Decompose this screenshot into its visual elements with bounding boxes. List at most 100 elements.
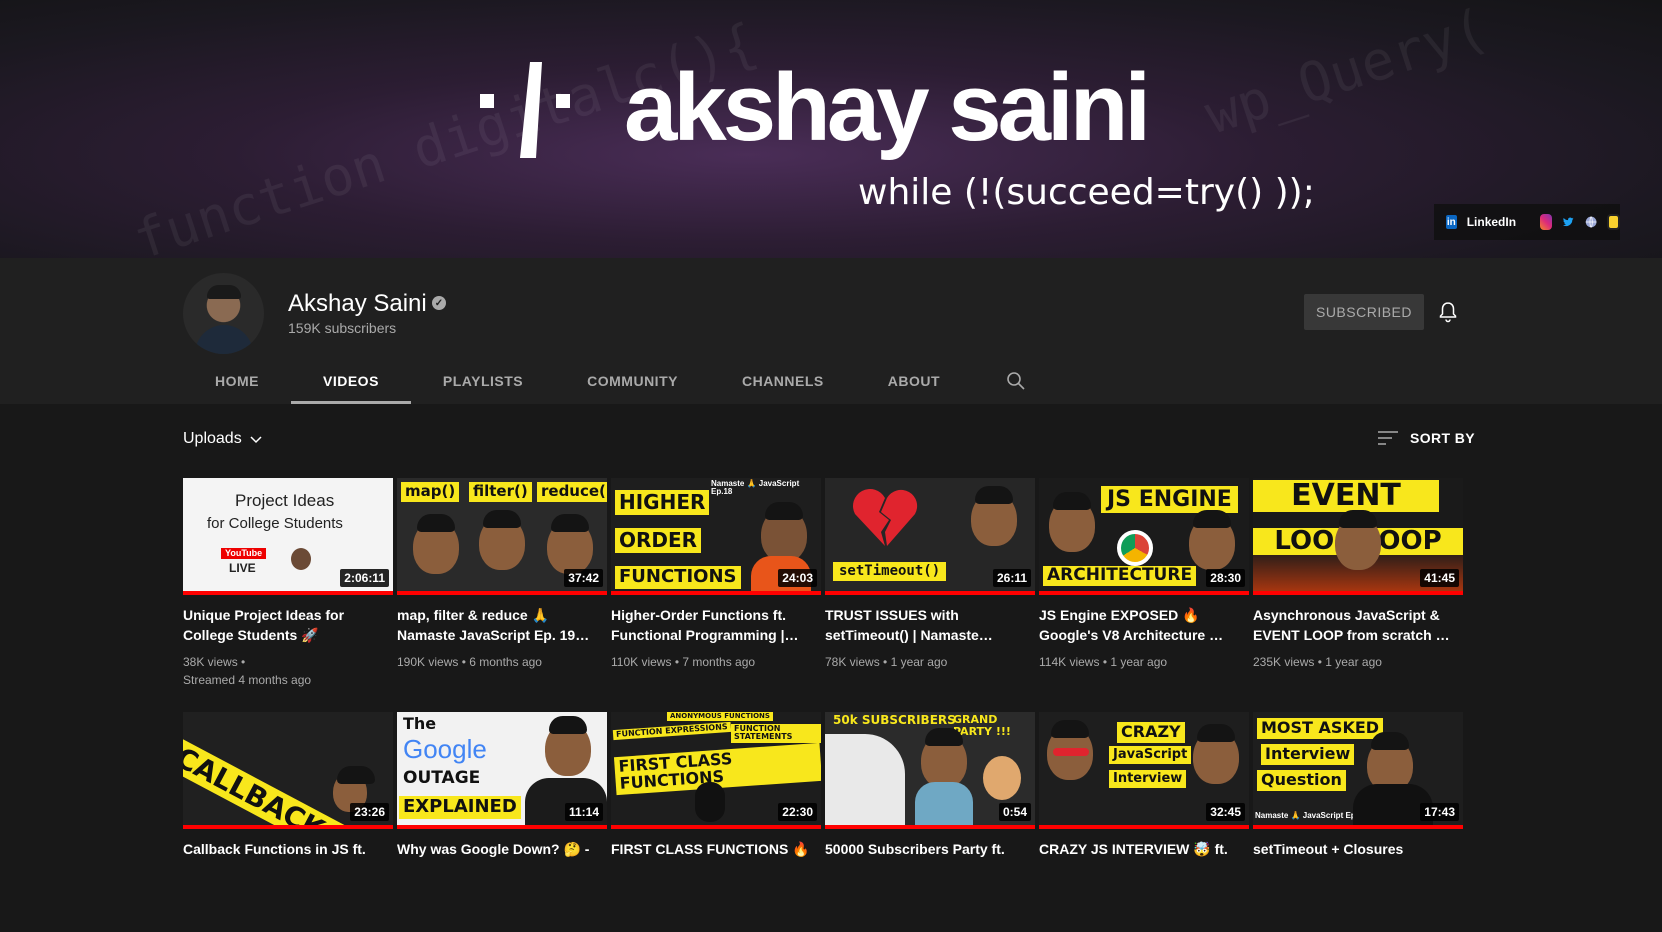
video-duration: 0:54: [998, 803, 1031, 821]
banner-tagline: while (!(succeed=try() ));: [858, 172, 1315, 213]
watch-progress-bar: [1253, 591, 1463, 595]
watch-progress-bar: [183, 591, 393, 595]
video-meta: 38K views • Streamed 4 months ago: [183, 653, 393, 689]
video-thumbnail[interactable]: CRAZY JavaScript Interview 32:45: [1039, 712, 1249, 829]
video-thumbnail[interactable]: setTimeout() 26:11: [825, 478, 1035, 595]
video-title[interactable]: TRUST ISSUES with setTimeout() | Namaste…: [825, 605, 1035, 645]
tab-playlists[interactable]: PLAYLISTS: [411, 358, 555, 404]
video-meta: 110K views • 7 months ago: [611, 655, 756, 669]
instagram-icon[interactable]: [1540, 214, 1553, 230]
website-icon[interactable]: [1585, 214, 1597, 230]
video-thumbnail[interactable]: HIGHER ORDER FUNCTIONS Namaste 🙏 JavaScr…: [611, 478, 821, 595]
subscribed-button[interactable]: SUBSCRIBED: [1304, 294, 1424, 330]
twitter-icon[interactable]: [1562, 214, 1574, 230]
channel-search-button[interactable]: [986, 358, 1046, 404]
video-thumbnail[interactable]: CALLBACKS 23:26: [183, 712, 393, 829]
channel-banner: function digitalc(){ wp_Query( akshay sa…: [0, 0, 1662, 258]
video-title[interactable]: Why was Google Down? 🤔 -: [397, 839, 607, 879]
video-views: 38K views •: [183, 655, 246, 669]
video-title[interactable]: Unique Project Ideas for College Student…: [183, 605, 393, 645]
channel-avatar[interactable]: [183, 273, 264, 354]
sort-by-button[interactable]: SORT BY: [1378, 430, 1475, 446]
video-card[interactable]: MOST ASKED Interview Question Namaste 🙏 …: [1253, 712, 1463, 932]
linkedin-icon[interactable]: in: [1446, 215, 1457, 229]
watch-progress-bar: [825, 825, 1035, 829]
notes-icon[interactable]: [1606, 214, 1620, 230]
video-title[interactable]: CRAZY JS INTERVIEW 🤯 ft.: [1039, 839, 1249, 879]
linkedin-link[interactable]: LinkedIn: [1467, 215, 1516, 229]
thumbnail-face: [921, 728, 967, 788]
tab-channels[interactable]: CHANNELS: [710, 358, 856, 404]
tab-videos[interactable]: VIDEOS: [291, 358, 411, 404]
watch-progress-bar: [183, 825, 393, 829]
video-thumbnail[interactable]: JS ENGINE ARCHITECTURE 28:30: [1039, 478, 1249, 595]
video-duration: 26:11: [992, 569, 1031, 587]
thumbnail-text: ARCHITECTURE: [1043, 566, 1197, 586]
video-card[interactable]: setTimeout() 26:11 TRUST ISSUES with set…: [825, 478, 1035, 698]
thumbnail-text: Question: [1257, 770, 1346, 791]
video-thumbnail[interactable]: The Google OUTAGE EXPLAINED 11:14: [397, 712, 607, 829]
video-title[interactable]: 50000 Subscribers Party ft.: [825, 839, 1035, 879]
video-thumbnail[interactable]: EVENT LOOOOOOP 41:45: [1253, 478, 1463, 595]
video-card[interactable]: JS ENGINE ARCHITECTURE 28:30 JS Engine E…: [1039, 478, 1249, 698]
tab-about[interactable]: ABOUT: [856, 358, 972, 404]
video-meta: 78K views • 1 year ago: [825, 655, 948, 669]
video-duration: 22:30: [778, 803, 817, 821]
video-card[interactable]: CALLBACKS 23:26 Callback Functions in JS…: [183, 712, 393, 932]
banner-code-watermark: wp_Query(: [1197, 0, 1496, 147]
video-card[interactable]: HIGHER ORDER FUNCTIONS Namaste 🙏 JavaScr…: [611, 478, 821, 698]
video-thumbnail[interactable]: ANONYMOUS FUNCTIONS FUNCTION EXPRESSIONS…: [611, 712, 821, 829]
thumbnail-text: Namaste 🙏 JavaScript Ep. 11: [1255, 811, 1369, 820]
video-card[interactable]: ANONYMOUS FUNCTIONS FUNCTION EXPRESSIONS…: [611, 712, 821, 932]
video-meta: 114K views • 1 year ago: [1039, 655, 1168, 669]
thumbnail-text: EXPLAINED: [399, 796, 521, 819]
watch-progress-bar: [611, 825, 821, 829]
tab-home[interactable]: HOME: [183, 358, 291, 404]
video-title[interactable]: map, filter & reduce 🙏 Namaste JavaScrip…: [397, 605, 607, 645]
video-grid: Project Ideas for College Students YouTu…: [183, 478, 1465, 932]
notification-bell-icon[interactable]: [1436, 300, 1460, 324]
chevron-down-icon: [250, 436, 262, 444]
video-card[interactable]: CRAZY JavaScript Interview 32:45 CRAZY J…: [1039, 712, 1249, 932]
video-thumbnail[interactable]: map() filter() reduce() 37:42: [397, 478, 607, 595]
thumbnail-text: Namaste 🙏 JavaScript Ep.18: [711, 479, 800, 497]
video-title[interactable]: Higher-Order Functions ft. Functional Pr…: [611, 605, 821, 645]
thumbnail-face: [1049, 492, 1095, 552]
thumbnail-text: MOST ASKED: [1257, 718, 1384, 739]
video-thumbnail[interactable]: 50k SUBSCRIBERS GRAND PARTY !!! 0:54: [825, 712, 1035, 829]
watch-progress-bar: [611, 591, 821, 595]
video-card[interactable]: Project Ideas for College Students YouTu…: [183, 478, 393, 698]
chrome-logo-icon: [1117, 530, 1153, 566]
uploads-dropdown[interactable]: Uploads: [183, 430, 264, 448]
thumbnail-text: OUTAGE: [403, 768, 481, 788]
thumbnail-text: Project Ideas: [235, 491, 335, 510]
banner-links: in LinkedIn: [1434, 204, 1620, 240]
video-title[interactable]: Callback Functions in JS ft.: [183, 839, 393, 879]
video-title[interactable]: setTimeout + Closures: [1253, 839, 1463, 879]
video-title[interactable]: JS Engine EXPOSED 🔥 Google's V8 Architec…: [1039, 605, 1249, 645]
channel-header: Akshay Saini ✓ 159K subscribers SUBSCRIB…: [0, 258, 1662, 404]
video-thumbnail[interactable]: Project Ideas for College Students YouTu…: [183, 478, 393, 595]
video-thumbnail[interactable]: MOST ASKED Interview Question Namaste 🙏 …: [1253, 712, 1463, 829]
watch-progress-bar: [1253, 825, 1463, 829]
thumbnail-text: FUNCTION EXPRESSIONS: [612, 721, 731, 741]
video-views: 110K views: [611, 655, 672, 669]
thumbnail-text: ORDER: [615, 528, 702, 553]
thumbnail-text: EVENT: [1253, 480, 1439, 512]
video-card[interactable]: The Google OUTAGE EXPLAINED 11:14 Why wa…: [397, 712, 607, 932]
video-card[interactable]: map() filter() reduce() 37:42 map, filte…: [397, 478, 607, 698]
thumbnail-face: [291, 548, 311, 570]
thumbnail-glasses: [1053, 748, 1089, 756]
thumbnail-text: CALLBACKS: [183, 736, 357, 829]
video-views: 235K views: [1253, 655, 1315, 669]
thumbnail-text: Interview: [1261, 744, 1355, 765]
subscriber-count: 159K subscribers: [288, 320, 397, 336]
video-age: 1 year ago: [1325, 655, 1382, 669]
video-title[interactable]: Asynchronous JavaScript & EVENT LOOP fro…: [1253, 605, 1463, 645]
video-title[interactable]: FIRST CLASS FUNCTIONS 🔥: [611, 839, 821, 879]
tab-community[interactable]: COMMUNITY: [555, 358, 710, 404]
watch-progress-bar: [1039, 591, 1249, 595]
sort-by-label: SORT BY: [1410, 430, 1476, 446]
video-card[interactable]: 50k SUBSCRIBERS GRAND PARTY !!! 0:54 500…: [825, 712, 1035, 932]
video-card[interactable]: EVENT LOOOOOOP 41:45 Asynchronous JavaSc…: [1253, 478, 1463, 698]
